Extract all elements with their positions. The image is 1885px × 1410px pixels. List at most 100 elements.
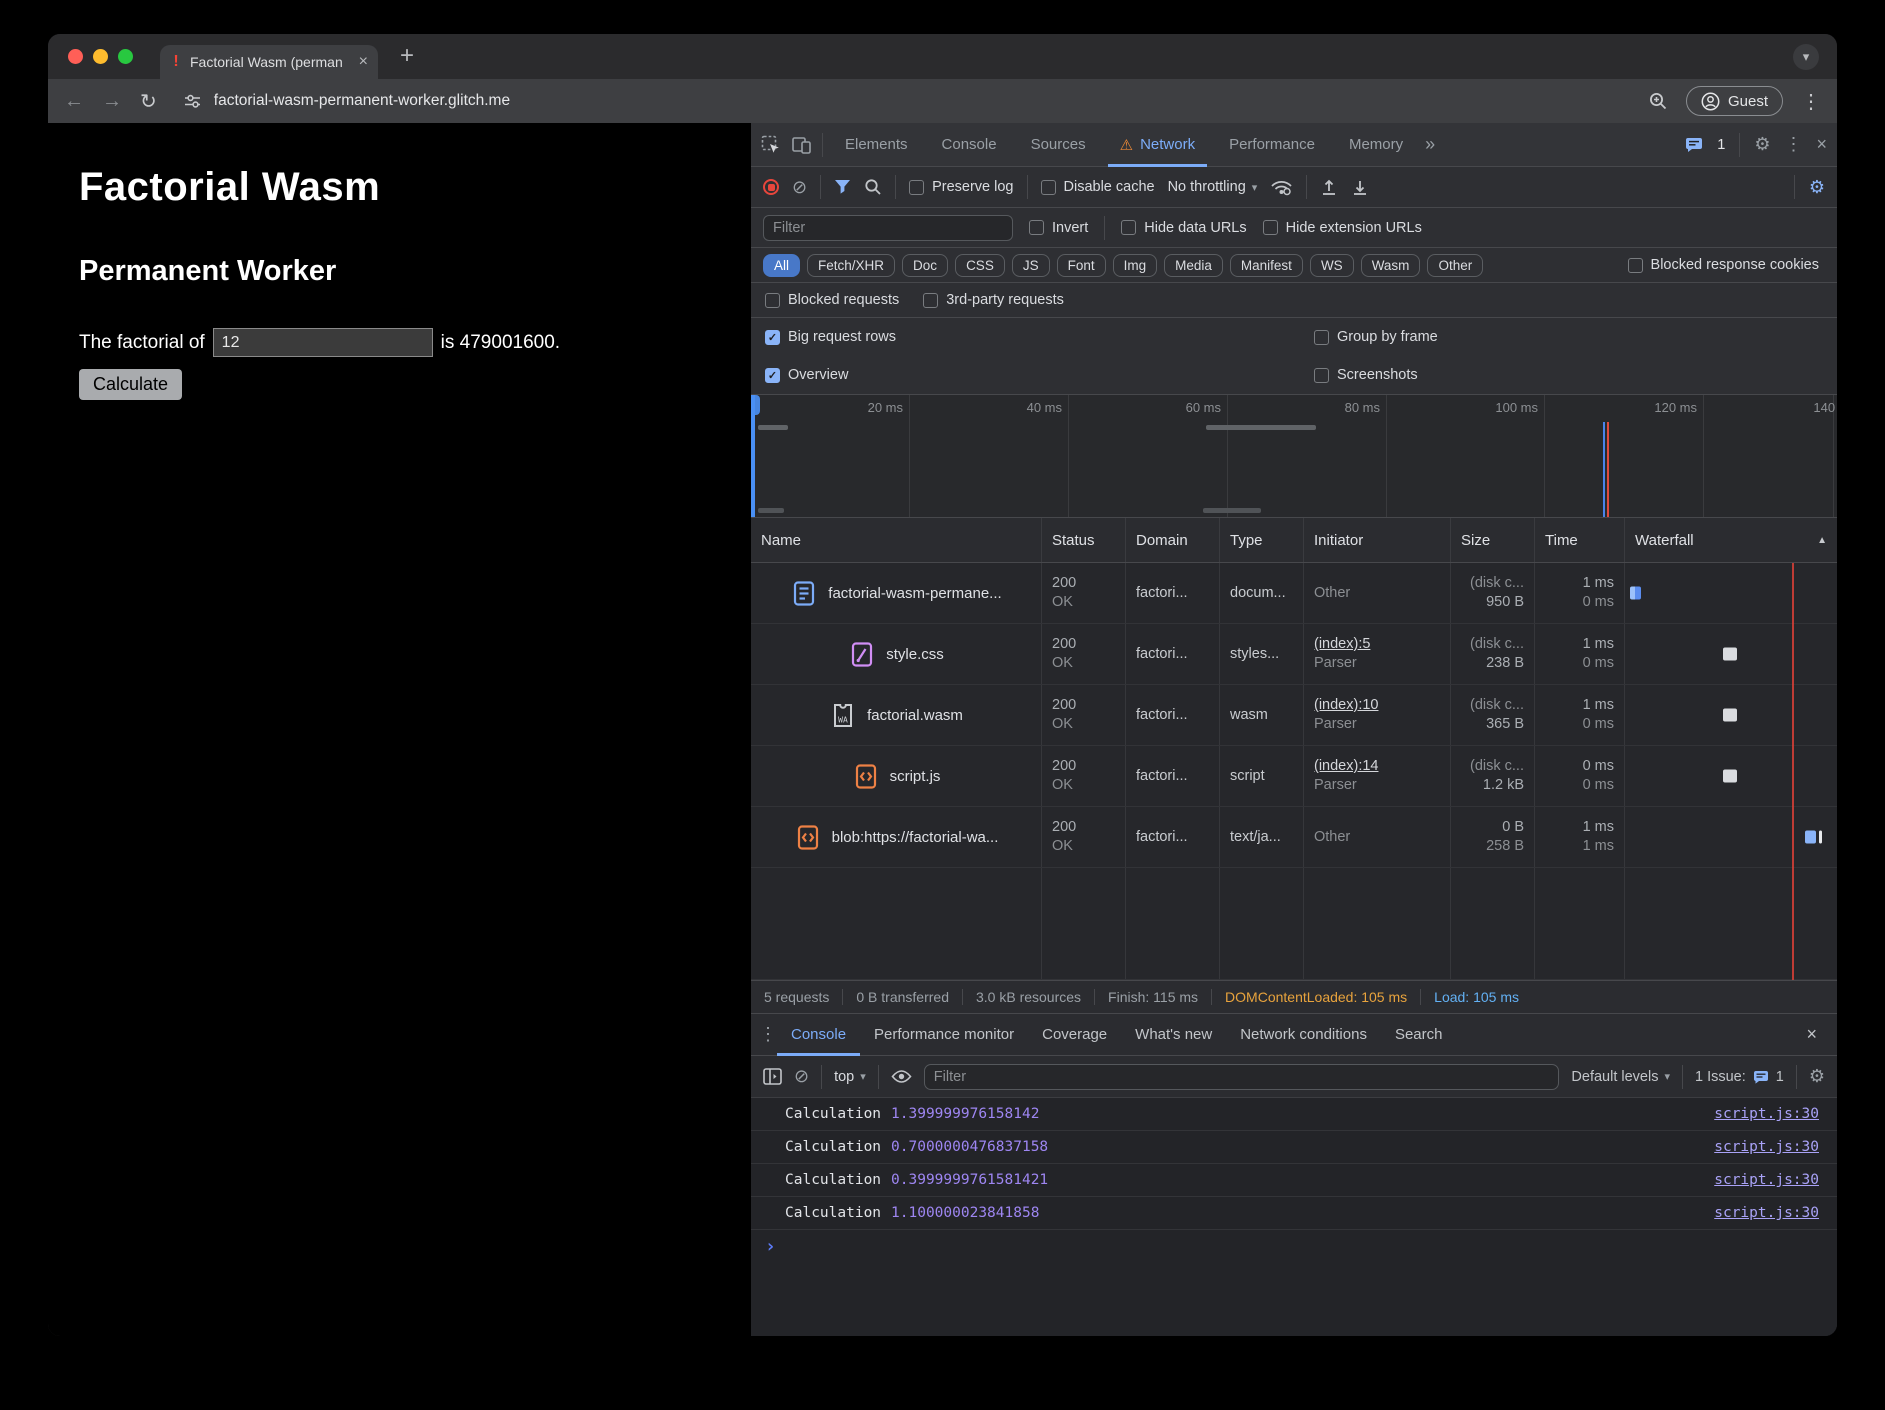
devtools-close-icon[interactable]: × — [1816, 134, 1827, 155]
console-filter-input[interactable] — [924, 1064, 1560, 1090]
source-link[interactable]: script.js:30 — [1714, 1106, 1819, 1122]
back-button[interactable]: ← — [64, 90, 84, 113]
drawer-tab-performance-monitor[interactable]: Performance monitor — [860, 1013, 1028, 1056]
initiator-link[interactable]: (index):14 — [1314, 757, 1440, 776]
table-row[interactable]: blob:https://factorial-wa... 200OK facto… — [751, 807, 1837, 868]
drawer-tab-coverage[interactable]: Coverage — [1028, 1013, 1121, 1056]
chip-fetch-xhr[interactable]: Fetch/XHR — [807, 254, 895, 277]
overview-selection-grip[interactable] — [751, 395, 760, 415]
tab-memory[interactable]: Memory — [1337, 123, 1415, 167]
screenshots-checkbox[interactable]: Screenshots — [1314, 356, 1823, 394]
table-row[interactable]: factorial-wasm-permane... 200OK factori.… — [751, 563, 1837, 624]
chip-media[interactable]: Media — [1164, 254, 1223, 277]
throttling-select[interactable]: No throttling ▾ — [1168, 179, 1258, 195]
source-link[interactable]: script.js:30 — [1714, 1139, 1819, 1155]
tab-console[interactable]: Console — [930, 123, 1009, 167]
network-filter-input[interactable] — [763, 215, 1013, 241]
column-type[interactable]: Type — [1220, 518, 1304, 562]
console-settings-gear-icon[interactable]: ⚙ — [1809, 1066, 1825, 1087]
record-button[interactable] — [763, 179, 779, 195]
drawer-tab-whats-new[interactable]: What's new — [1121, 1013, 1226, 1056]
browser-menu-icon[interactable]: ⋮ — [1801, 89, 1821, 114]
network-conditions-icon[interactable] — [1270, 178, 1293, 196]
forward-button[interactable]: → — [102, 90, 122, 113]
profile-button[interactable]: Guest — [1686, 86, 1783, 116]
new-tab-button[interactable]: + — [400, 42, 414, 70]
chip-wasm[interactable]: Wasm — [1361, 254, 1421, 277]
table-row[interactable]: script.js 200OK factori... script (index… — [751, 746, 1837, 807]
table-row[interactable]: WA factorial.wasm 200OK factori... wasm … — [751, 685, 1837, 746]
export-har-icon[interactable] — [1351, 178, 1369, 196]
chip-other[interactable]: Other — [1427, 254, 1483, 277]
zoom-window-button[interactable] — [118, 49, 133, 64]
hide-data-urls-checkbox[interactable]: Hide data URLs — [1121, 220, 1246, 236]
column-size[interactable]: Size — [1451, 518, 1535, 562]
chip-img[interactable]: Img — [1113, 254, 1158, 277]
disable-cache-checkbox[interactable]: Disable cache — [1041, 179, 1155, 195]
browser-tab[interactable]: ! Factorial Wasm (permanent W × — [160, 45, 378, 79]
column-name[interactable]: Name — [751, 518, 1042, 562]
clear-icon[interactable]: ⊘ — [792, 177, 807, 198]
filter-funnel-icon[interactable] — [834, 179, 851, 195]
drawer-menu-icon[interactable]: ⋮ — [759, 1024, 777, 1045]
network-settings-gear-icon[interactable]: ⚙ — [1809, 177, 1825, 198]
column-time[interactable]: Time — [1535, 518, 1625, 562]
drawer-tab-network-conditions[interactable]: Network conditions — [1226, 1013, 1381, 1056]
site-settings-icon[interactable] — [183, 93, 202, 110]
preserve-log-checkbox[interactable]: Preserve log — [909, 179, 1013, 195]
calculate-button[interactable]: Calculate — [79, 369, 182, 400]
drawer-tab-search[interactable]: Search — [1381, 1013, 1457, 1056]
factorial-input[interactable] — [213, 328, 433, 357]
close-window-button[interactable] — [68, 49, 83, 64]
network-overview-timeline[interactable]: 20 ms 40 ms 60 ms 80 ms 100 ms 120 ms 14… — [751, 395, 1837, 518]
chip-doc[interactable]: Doc — [902, 254, 948, 277]
column-domain[interactable]: Domain — [1126, 518, 1220, 562]
minimize-window-button[interactable] — [93, 49, 108, 64]
column-status[interactable]: Status — [1042, 518, 1126, 562]
chip-font[interactable]: Font — [1057, 254, 1106, 277]
device-toolbar-icon[interactable] — [791, 135, 812, 155]
issues-bubble-icon[interactable] — [1685, 137, 1703, 153]
blocked-requests-checkbox[interactable]: Blocked requests — [765, 292, 899, 308]
big-request-rows-checkbox[interactable]: ✓Big request rows — [765, 318, 1314, 356]
group-by-frame-checkbox[interactable]: Group by frame — [1314, 318, 1823, 356]
tab-close-icon[interactable]: × — [359, 53, 368, 71]
table-row[interactable]: style.css 200OK factori... styles... (in… — [751, 624, 1837, 685]
drawer-close-icon[interactable]: × — [1806, 1024, 1817, 1045]
context-select[interactable]: top ▾ — [834, 1069, 866, 1085]
chip-all[interactable]: All — [763, 254, 800, 277]
inspect-element-icon[interactable] — [761, 135, 781, 155]
import-har-icon[interactable] — [1320, 178, 1338, 196]
hide-extension-urls-checkbox[interactable]: Hide extension URLs — [1263, 220, 1422, 236]
initiator-link[interactable]: (index):5 — [1314, 635, 1440, 654]
chip-ws[interactable]: WS — [1310, 254, 1354, 277]
blocked-response-cookies-checkbox[interactable]: Blocked response cookies — [1628, 257, 1819, 273]
reload-button[interactable]: ↻ — [140, 89, 157, 114]
tab-network[interactable]: ⚠ Network — [1108, 123, 1207, 167]
address-bar[interactable]: factorial-wasm-permanent-worker.glitch.m… — [183, 92, 1630, 110]
chip-css[interactable]: CSS — [955, 254, 1005, 277]
column-waterfall[interactable]: Waterfall▲ — [1625, 518, 1837, 562]
live-expression-eye-icon[interactable] — [891, 1069, 912, 1084]
log-levels-select[interactable]: Default levels ▾ — [1571, 1069, 1670, 1085]
tab-search-icon[interactable]: ▾ — [1793, 44, 1819, 70]
drawer-tab-console[interactable]: Console — [777, 1013, 860, 1056]
zoom-search-icon[interactable] — [1648, 91, 1668, 111]
more-tabs-icon[interactable]: » — [1425, 134, 1435, 155]
invert-checkbox[interactable]: Invert — [1029, 220, 1088, 236]
console-clear-icon[interactable]: ⊘ — [794, 1066, 809, 1087]
chip-js[interactable]: JS — [1012, 254, 1050, 277]
issues-counter[interactable]: 1 Issue: 1 — [1695, 1069, 1784, 1085]
tab-elements[interactable]: Elements — [833, 123, 920, 167]
third-party-requests-checkbox[interactable]: 3rd-party requests — [923, 292, 1064, 308]
initiator-link[interactable]: (index):10 — [1314, 696, 1440, 715]
source-link[interactable]: script.js:30 — [1714, 1172, 1819, 1188]
console-prompt[interactable]: › — [751, 1230, 1837, 1263]
settings-gear-icon[interactable]: ⚙ — [1754, 134, 1770, 155]
overview-checkbox[interactable]: ✓Overview — [765, 356, 1314, 394]
console-sidebar-icon[interactable] — [763, 1068, 782, 1085]
search-icon[interactable] — [864, 178, 882, 196]
tab-performance[interactable]: Performance — [1217, 123, 1327, 167]
tab-sources[interactable]: Sources — [1019, 123, 1098, 167]
source-link[interactable]: script.js:30 — [1714, 1205, 1819, 1221]
